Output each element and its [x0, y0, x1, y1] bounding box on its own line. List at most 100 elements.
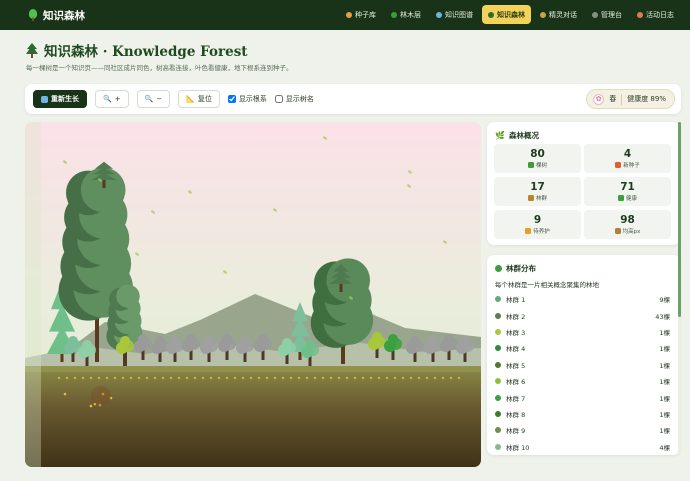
regrow-label: 重新生长 [51, 95, 79, 103]
page-title: 知识森林 · Knowledge Forest [44, 44, 248, 60]
stat-value: 4 [623, 148, 632, 160]
nav-item-3[interactable]: 知识图谱 [430, 5, 479, 24]
cluster-row[interactable]: 林群 5 1棵 [495, 357, 670, 373]
stat-label: 林群 [535, 196, 547, 202]
nav-item-7[interactable]: 活动日志 [631, 5, 680, 24]
nav-item-2[interactable]: 林木层 [385, 5, 427, 24]
seed-dot [201, 376, 205, 380]
seed-dot [393, 376, 397, 380]
sidebar-scrollbar[interactable] [678, 122, 681, 455]
tree-icon [495, 265, 502, 272]
cluster-row[interactable]: 林群 2 43棵 [495, 307, 670, 323]
seed-dot [313, 376, 317, 380]
stat-label-row: 待养护 [525, 227, 550, 235]
show-names-checkbox[interactable] [274, 95, 283, 103]
seed-dot [161, 376, 165, 380]
seed-dot [113, 376, 117, 380]
forest-toolbar: 重新生长 🔍 + 🔍 − 📐 复位 显示根系 显示树名 ✿ 春 健康度 89% [25, 84, 681, 114]
cluster-row[interactable]: 林群 4 1棵 [495, 340, 670, 356]
seed-dot [353, 376, 357, 380]
cluster-row[interactable]: 林群 3 1棵 [495, 324, 670, 340]
nav-item-6[interactable]: 管理台 [586, 5, 628, 24]
nav-item-label: 知识图谱 [445, 10, 473, 19]
cluster-row[interactable]: 林群 7 1棵 [495, 389, 670, 405]
overview-title: 森林概况 [508, 131, 539, 140]
tree-logo-icon [28, 9, 38, 21]
zoom-out-button[interactable]: 🔍 − [136, 90, 171, 108]
seed-dot [209, 376, 213, 380]
cluster-count: 1棵 [659, 427, 670, 436]
season-label: 春 [609, 95, 617, 103]
show-names-label: 显示树名 [285, 95, 314, 103]
cluster-count: 1棵 [659, 394, 670, 403]
overview-title-row: 🌿 森林概况 [495, 130, 539, 141]
regrow-button[interactable]: 重新生长 [33, 90, 87, 108]
seed-dot [441, 376, 445, 380]
show-roots-toggle[interactable]: 显示根系 [227, 94, 267, 104]
seed-dot [377, 376, 381, 380]
cluster-color-dot [495, 345, 501, 352]
stat-card: 4 新种子 [584, 144, 671, 173]
magnifier-icon: 🔍 [144, 95, 154, 103]
seed-dot [185, 376, 189, 380]
cluster-row[interactable]: 林群 10 4棵 [495, 439, 670, 455]
cluster-color-dot [495, 410, 501, 417]
magnifier-icon: 🔍 [103, 95, 112, 103]
nav-item-label: 知识森林 [497, 10, 525, 19]
seed-dot [73, 376, 77, 380]
seed-dot [369, 376, 373, 380]
seed-dot [225, 376, 229, 380]
seed-dot [57, 376, 61, 380]
nav-item-label: 活动日志 [646, 10, 674, 19]
page-subtitle: 每一棵树是一个知识页——同社区成片同色，树高看连接，叶色看健康，地下根系连到种子… [26, 64, 293, 72]
seed-dot [361, 376, 365, 380]
seed-dot [63, 392, 67, 396]
cluster-row[interactable]: 林群 9 1棵 [495, 422, 670, 438]
nav-item-label: 林木层 [400, 10, 421, 19]
nav-item-1[interactable]: 种子库 [340, 5, 382, 24]
ground [25, 366, 481, 467]
seed-dot [257, 376, 261, 380]
clusters-title: 林群分布 [506, 264, 536, 273]
forest-scene[interactable] [25, 122, 481, 467]
forest-canvas[interactable] [25, 122, 481, 467]
cluster-color-dot [495, 427, 501, 434]
cluster-name: 林群 1 [506, 296, 526, 305]
cluster-name: 林群 10 [506, 443, 530, 452]
seed-dot [297, 376, 301, 380]
cluster-row[interactable]: 林群 8 1棵 [495, 406, 670, 422]
stat-label: 棵树 [535, 163, 547, 169]
stat-label-row: 健康 [617, 194, 637, 202]
brand[interactable]: 知识森林 [28, 8, 85, 23]
divider [621, 93, 623, 105]
nav-item-4[interactable]: 知识森林 [482, 5, 531, 24]
nav-item-5[interactable]: 精灵对话 [534, 5, 583, 24]
brand-name: 知识森林 [43, 9, 85, 22]
reset-button[interactable]: 📐 复位 [178, 90, 220, 108]
overview-stats-grid: 80 棵树 4 新种子 17 林群 71 健康 9 待养护 98 均高px [494, 144, 671, 239]
seed-dot [177, 376, 181, 380]
seed-dot [401, 376, 405, 380]
seed-dot [241, 376, 245, 380]
cluster-row[interactable]: 林群 6 1棵 [495, 373, 670, 389]
zoom-in-button[interactable]: 🔍 + [95, 90, 129, 108]
reset-label: 复位 [197, 95, 212, 103]
seed-dot [385, 376, 389, 380]
seed-dot [89, 376, 93, 380]
show-roots-checkbox[interactable] [227, 95, 236, 103]
flower-icon: ✿ [593, 93, 605, 105]
stat-label-row: 新种子 [615, 161, 640, 169]
stat-value: 98 [620, 214, 635, 226]
stat-card: 9 待养护 [494, 210, 581, 239]
seed-dot [129, 376, 133, 380]
seed-icon [346, 11, 352, 18]
cluster-color-dot [495, 394, 501, 401]
main-nav: 种子库 林木层 知识图谱 知识森林 精灵对话 管理台 活动日志 [340, 5, 680, 24]
cluster-name: 林群 2 [506, 312, 526, 321]
show-names-toggle[interactable]: 显示树名 [274, 94, 314, 104]
seed-dot [305, 376, 309, 380]
seed-dot [121, 376, 125, 380]
cluster-row[interactable]: 林群 1 9棵 [495, 291, 670, 307]
cluster-name: 林群 4 [506, 345, 526, 354]
scrollbar-thumb[interactable] [678, 122, 681, 317]
